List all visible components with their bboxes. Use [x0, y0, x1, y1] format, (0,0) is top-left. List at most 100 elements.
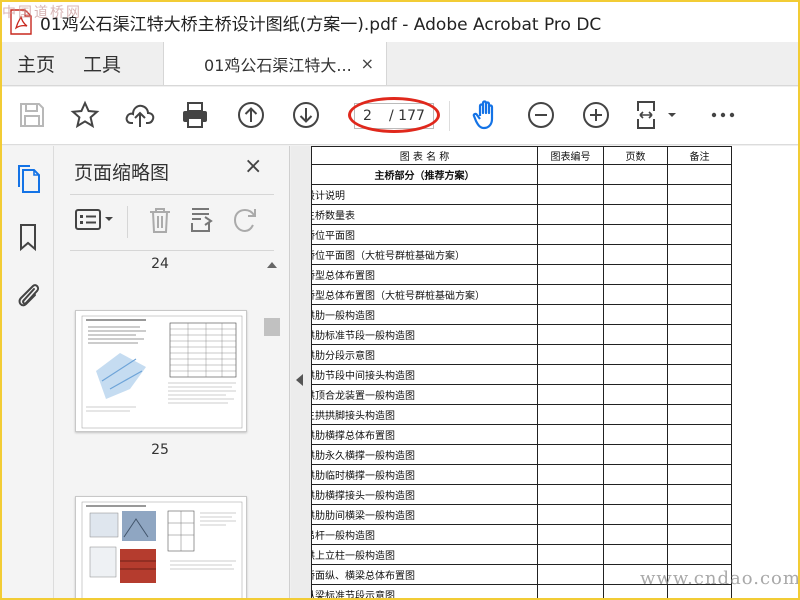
section-title: 主桥部分（推荐方案） [311, 164, 538, 185]
empty-cell [603, 184, 668, 205]
empty-cell [667, 424, 732, 445]
thumbnail-page-26[interactable] [75, 496, 247, 600]
empty-cell [667, 244, 732, 265]
empty-cell [667, 344, 732, 365]
bookmark-icon[interactable] [14, 222, 42, 252]
hand-icon[interactable] [470, 99, 502, 131]
empty-cell [537, 384, 604, 405]
empty-cell [667, 404, 732, 425]
empty-cell [537, 504, 604, 525]
section-row: 主桥部分（推荐方案） [311, 164, 732, 185]
more-icon[interactable] [707, 99, 739, 131]
rotate-page-icon[interactable] [232, 206, 260, 234]
empty-cell [603, 264, 668, 285]
page-up-icon[interactable] [235, 99, 267, 131]
drawing-name-cell: 拱肋横撑接头一般构造图 [311, 484, 538, 505]
empty-cell [603, 324, 668, 345]
table-row: 吊杆一般构造图 [311, 524, 732, 545]
page-down-icon[interactable] [290, 99, 322, 131]
cloud-upload-icon[interactable] [124, 99, 156, 131]
empty-cell [537, 564, 604, 585]
empty-cell [537, 344, 604, 365]
header-name: 图 表 名 称 [311, 146, 538, 165]
empty-cell [667, 484, 732, 505]
table-row: 拱肋节段中间接头构造图 [311, 364, 732, 385]
drawing-name-cell: 桥面纵、横梁总体布置图 [311, 564, 538, 585]
table-row: 拱肋横撑接头一般构造图 [311, 484, 732, 505]
empty-cell [667, 264, 732, 285]
empty-cell [667, 444, 732, 465]
page-number-box[interactable]: 2 / 177 [354, 103, 434, 129]
panel-divider-2 [70, 250, 274, 251]
zoom-in-icon[interactable] [580, 99, 612, 131]
empty-cell [603, 344, 668, 365]
window-title: 01鸡公石渠江特大桥主桥设计图纸(方案一).pdf - Adobe Acroba… [40, 14, 602, 35]
tab-bar: 主页 工具 01鸡公石渠江特大... × [2, 42, 798, 86]
star-icon[interactable] [69, 99, 101, 131]
table-row: 拱肋标准节段一般构造图 [311, 324, 732, 345]
table-row: 拱肋分段示意图 [311, 344, 732, 365]
tab-tools[interactable]: 工具 [69, 42, 135, 85]
document-margin [735, 146, 798, 598]
empty-cell [603, 544, 668, 565]
empty-cell [603, 484, 668, 505]
zoom-out-icon[interactable] [525, 99, 557, 131]
empty-cell [667, 544, 732, 565]
empty-cell [537, 244, 604, 265]
empty-cell [603, 444, 668, 465]
print-icon[interactable] [179, 99, 211, 131]
close-tab-icon[interactable]: × [361, 54, 374, 73]
title-bar: 01鸡公石渠江特大桥主桥设计图纸(方案一).pdf - Adobe Acroba… [2, 2, 798, 42]
watermark-top: 中国道桥网 [2, 5, 82, 21]
table-row: 桥型总体布置图 [311, 264, 732, 285]
document-view[interactable]: 图 表 名 称 图表编号 页数 备注 主桥部分（推荐方案） 设计说明主桥数量表桥… [311, 146, 798, 598]
drawing-name-cell: 桥位平面图（大桩号群桩基础方案） [311, 244, 538, 265]
thumbnail-options-icon[interactable] [74, 206, 116, 234]
total-pages-label: / 177 [389, 108, 425, 124]
drawing-name-cell: 纵梁标准节段示意图 [311, 584, 538, 598]
collapse-arrow-icon[interactable] [296, 374, 303, 386]
header-pages: 页数 [603, 146, 668, 165]
save-icon[interactable] [16, 99, 48, 131]
tab-document[interactable]: 01鸡公石渠江特大... × [163, 42, 388, 85]
panel-collapse-strip[interactable] [291, 146, 311, 598]
document-page: 图 表 名 称 图表编号 页数 备注 主桥部分（推荐方案） 设计说明主桥数量表桥… [311, 146, 798, 598]
drawing-name-cell: 拱肋横撑总体布置图 [311, 424, 538, 445]
empty-cell [667, 164, 732, 185]
table-row: 主拱拱脚接头构造图 [311, 404, 732, 425]
toolbar-separator [449, 101, 450, 131]
current-page-input[interactable]: 2 [363, 108, 383, 124]
empty-cell [537, 484, 604, 505]
thumbnail-page-25[interactable] [75, 310, 247, 432]
table-row: 拱肋肋间横梁一般构造图 [311, 504, 732, 525]
table-row: 拱肋横撑总体布置图 [311, 424, 732, 445]
table-row: 拱上立柱一般构造图 [311, 544, 732, 565]
extract-page-icon[interactable] [189, 206, 215, 234]
close-panel-icon[interactable]: × [244, 154, 262, 179]
empty-cell [603, 364, 668, 385]
fit-page-icon[interactable] [634, 99, 682, 131]
empty-cell [603, 524, 668, 545]
empty-cell [603, 464, 668, 485]
empty-cell [603, 284, 668, 305]
left-rail [2, 146, 54, 598]
thumbnail-scrollbar[interactable] [262, 256, 282, 598]
empty-cell [537, 284, 604, 305]
empty-cell [537, 224, 604, 245]
thumbnail-label: 24 [151, 256, 169, 272]
drawing-name-cell: 拱肋肋间横梁一般构造图 [311, 504, 538, 525]
empty-cell [603, 384, 668, 405]
drawing-name-cell: 主桥数量表 [311, 204, 538, 225]
empty-cell [667, 464, 732, 485]
drawing-name-cell: 拱肋分段示意图 [311, 344, 538, 365]
tab-home[interactable]: 主页 [2, 42, 69, 85]
empty-cell [537, 304, 604, 325]
empty-cell [667, 184, 732, 205]
watermark-bottom: www.cndao.com [640, 568, 800, 589]
empty-cell [667, 204, 732, 225]
page-thumbnails-icon[interactable] [14, 164, 42, 194]
delete-page-icon[interactable] [147, 206, 173, 234]
table-row: 拱肋一般构造图 [311, 304, 732, 325]
attachment-icon[interactable] [14, 280, 42, 310]
panel-divider [70, 194, 274, 195]
